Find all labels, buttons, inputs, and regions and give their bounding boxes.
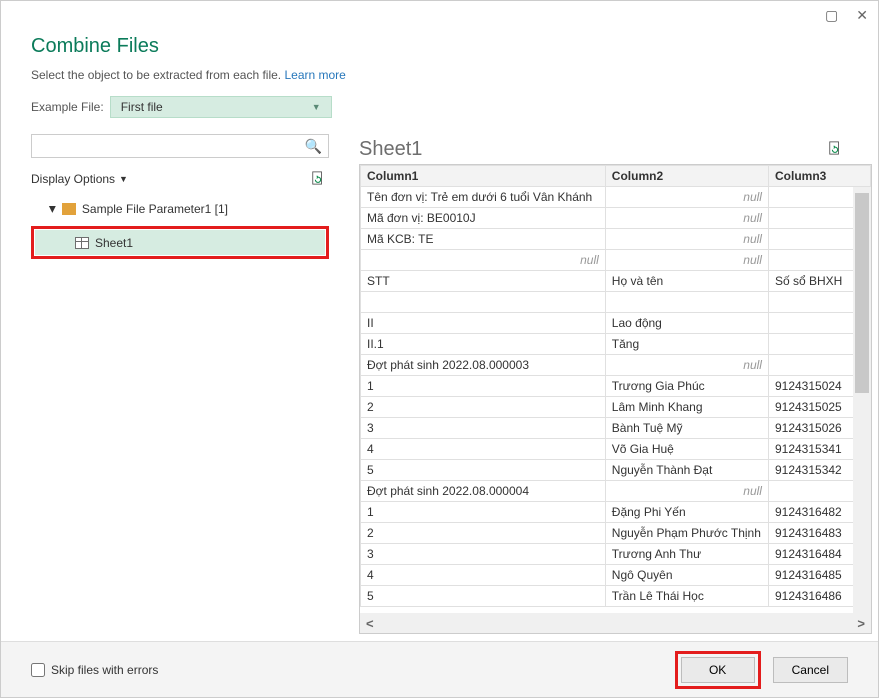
scroll-right-icon[interactable]: > [857,616,865,631]
table-cell: null [605,481,768,502]
table-row[interactable]: IILao động [361,313,871,334]
search-input[interactable] [38,139,305,153]
learn-more-link[interactable]: Learn more [284,68,345,82]
sheet-item[interactable]: Sheet1 [35,230,325,255]
chevron-down-icon: ▼ [312,102,321,112]
table-row[interactable]: 2Nguyễn Phạm Phước Thịnh9124316483 [361,523,871,544]
table-cell: 3 [361,544,606,565]
table-row[interactable]: 1Đặng Phi Yến9124316482 [361,502,871,523]
table-row[interactable]: 5Nguyễn Thành Đạt9124315342 [361,460,871,481]
table-row[interactable] [361,292,871,313]
column-header[interactable]: Column3 [768,166,870,187]
example-file-label: Example File: [31,100,104,114]
table-row[interactable]: Tên đơn vị: Trẻ em dưới 6 tuổi Vân Khánh… [361,187,871,208]
table-row[interactable]: 5Trần Lê Thái Học9124316486 [361,586,871,607]
sheet-item-label: Sheet1 [95,236,133,250]
column-header[interactable]: Column1 [361,166,606,187]
table-cell: Nguyễn Thành Đạt [605,460,768,481]
table-cell: Võ Gia Huệ [605,439,768,460]
table-cell: Tăng [605,334,768,355]
table-row[interactable]: 4Võ Gia Huệ9124315341 [361,439,871,460]
table-cell [361,292,606,313]
close-icon[interactable]: ✕ [856,7,868,24]
table-row[interactable]: II.1Tăng [361,334,871,355]
table-cell: Trương Gia Phúc [605,376,768,397]
table-cell: Họ và tên [605,271,768,292]
table-cell: II.1 [361,334,606,355]
display-options-button[interactable]: Display Options ▼ [31,172,128,186]
table-cell: 1 [361,502,606,523]
table-cell: Mã đơn vị: BE0010J [361,208,606,229]
table-cell: 2 [361,523,606,544]
table-cell: null [605,187,768,208]
table-cell: Mã KCB: TE [361,229,606,250]
table-cell: Trần Lê Thái Học [605,586,768,607]
table-row[interactable]: STTHọ và tênSố sổ BHXH [361,271,871,292]
table-cell: null [605,208,768,229]
table-row[interactable]: 3Bành Tuệ Mỹ9124315026 [361,418,871,439]
chevron-down-icon: ▼ [119,174,128,184]
skip-files-checkbox-label[interactable]: Skip files with errors [31,663,158,677]
table-cell: 2 [361,397,606,418]
scroll-left-icon[interactable]: < [366,616,374,631]
table-cell: 4 [361,439,606,460]
tree-folder-label: Sample File Parameter1 [1] [82,202,228,216]
table-cell: Trương Anh Thư [605,544,768,565]
search-icon[interactable]: 🔍 [305,138,322,155]
table-cell: Tên đơn vị: Trẻ em dưới 6 tuổi Vân Khánh [361,187,606,208]
table-cell: Lâm Minh Khang [605,397,768,418]
table-cell: Đợt phát sinh 2022.08.000004 [361,481,606,502]
table-cell: 5 [361,586,606,607]
cancel-button[interactable]: Cancel [773,657,848,683]
horizontal-scrollbar[interactable]: < > [360,613,871,633]
table-icon [75,237,89,249]
table-cell: null [605,229,768,250]
refresh-icon[interactable] [311,170,325,189]
table-cell: Ngô Quyên [605,565,768,586]
table-cell: II [361,313,606,334]
subtitle: Select the object to be extracted from e… [31,68,848,82]
table-cell: null [605,250,768,271]
column-header[interactable]: Column2 [605,166,768,187]
table-cell: Nguyễn Phạm Phước Thịnh [605,523,768,544]
table-row[interactable]: Đợt phát sinh 2022.08.000003null [361,355,871,376]
table-cell: 3 [361,418,606,439]
table-cell: null [361,250,606,271]
table-cell: 5 [361,460,606,481]
table-row[interactable]: 2Lâm Minh Khang9124315025 [361,397,871,418]
table-row[interactable]: Mã đơn vị: BE0010Jnull [361,208,871,229]
tree-folder-row[interactable]: ▶ Sample File Parameter1 [1] [31,196,329,222]
page-title: Combine Files [31,35,848,58]
table-cell: null [605,355,768,376]
table-cell: Đặng Phi Yến [605,502,768,523]
table-row[interactable]: Mã KCB: TEnull [361,229,871,250]
preview-table: Column1 Column2 Column3 Tên đơn vị: Trẻ … [360,165,871,607]
table-row[interactable]: nullnull [361,250,871,271]
table-row[interactable]: Đợt phát sinh 2022.08.000004null [361,481,871,502]
example-file-value: First file [121,100,163,114]
table-cell: Lao động [605,313,768,334]
maximize-icon[interactable]: ▢ [825,7,838,24]
refresh-preview-icon[interactable] [828,140,842,159]
folder-icon [62,203,76,215]
ok-button[interactable]: OK [681,657,755,683]
table-row[interactable]: 4Ngô Quyên9124316485 [361,565,871,586]
table-cell [605,292,768,313]
table-cell: STT [361,271,606,292]
table-cell: Bành Tuệ Mỹ [605,418,768,439]
search-input-wrap[interactable]: 🔍 [31,134,329,158]
caret-down-icon: ▶ [47,206,58,213]
table-cell: Đợt phát sinh 2022.08.000003 [361,355,606,376]
table-row[interactable]: 1Trương Gia Phúc9124315024 [361,376,871,397]
table-cell: 4 [361,565,606,586]
table-cell: 1 [361,376,606,397]
preview-title: Sheet1 [359,138,422,161]
example-file-dropdown[interactable]: First file ▼ [110,96,332,118]
vertical-scrollbar[interactable] [853,187,871,613]
skip-files-checkbox[interactable] [31,663,45,677]
table-row[interactable]: 3Trương Anh Thư9124316484 [361,544,871,565]
